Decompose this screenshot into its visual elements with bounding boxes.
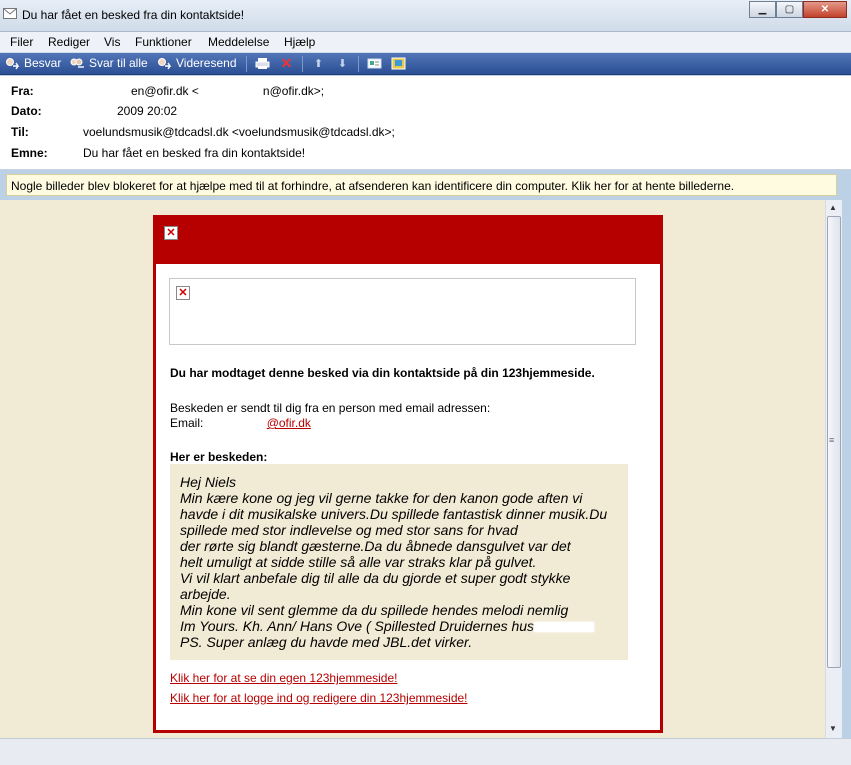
subject-label: Emne:: [11, 146, 48, 160]
toolbar: Besvar Svar til alle Videresend ✕ ⬆ ⬇: [0, 53, 851, 75]
menu-help[interactable]: Hjælp: [284, 35, 315, 49]
date-value: 2009 20:02: [83, 104, 177, 118]
menu-bar: Filer Rediger Vis Funktioner Meddelelse …: [0, 32, 851, 53]
title-bar: Du har fået en besked fra din kontaktsid…: [0, 0, 851, 32]
message-line: Vi vil klart anbefale dig til alle da du…: [180, 570, 571, 586]
menu-view[interactable]: Vis: [104, 35, 120, 49]
broken-image-icon: ✕: [164, 226, 178, 240]
from-address-end: n@ofir.dk>;: [262, 84, 325, 98]
contact-card-icon: [367, 56, 382, 70]
menu-tools[interactable]: Funktioner: [135, 35, 192, 49]
reply-button[interactable]: Besvar: [5, 56, 61, 70]
sender-email-text: @ofir.dk: [266, 416, 311, 430]
toolbar-divider: [358, 56, 359, 72]
message-line: Min kære kone og jeg vil gerne takke for…: [180, 490, 583, 506]
arrow-up-icon: ⬆: [313, 57, 324, 70]
message-heading: Her er beskeden:: [170, 450, 268, 464]
menu-file[interactable]: Filer: [10, 35, 33, 49]
menu-edit[interactable]: Rediger: [48, 35, 90, 49]
broken-image-icon: ✕: [176, 286, 190, 300]
minimize-button[interactable]: ▁: [749, 1, 776, 18]
scroll-down-arrow-icon[interactable]: ▼: [829, 724, 837, 733]
forward-icon: [157, 56, 172, 70]
message-line: der rørte sig blandt gæsterne.Da du åbne…: [180, 538, 571, 554]
message-line-text: Im Yours. Kh. Ann/ Hans Ove ( Spillested…: [180, 618, 535, 634]
window-title: Du har fået en besked fra din kontaktsid…: [22, 8, 245, 22]
login-edit-link[interactable]: Klik her for at logge ind og redigere di…: [170, 691, 468, 705]
printer-icon: [255, 56, 270, 70]
email-card: ✕ ✕ Du har modtaget denne besked via din…: [153, 215, 663, 733]
own-site-link[interactable]: Klik her for at se din egen 123hjemmesid…: [170, 671, 397, 685]
image-placeholder: ✕: [169, 278, 636, 345]
reply-all-label: Svar til alle: [89, 56, 148, 70]
address-book-icon: [391, 56, 406, 70]
reply-icon: [5, 56, 20, 70]
intro-text: Du har modtaget denne besked via din kon…: [170, 366, 595, 380]
sender-email-link[interactable]: @ofir.dk: [206, 416, 311, 430]
reply-label: Besvar: [24, 56, 62, 70]
date-label: Dato:: [11, 104, 42, 118]
maximize-button[interactable]: ▢: [776, 1, 803, 18]
blocked-images-infobar[interactable]: Nogle billeder blev blokeret for at hjæl…: [6, 174, 837, 196]
from-value[interactable]: en@ofir.dk < n@ofir.dk>;: [83, 84, 324, 98]
reply-all-button[interactable]: Svar til alle: [70, 56, 148, 70]
toolbar-divider: [302, 56, 303, 72]
next-button[interactable]: ⬇: [335, 56, 350, 70]
date-text: 2009 20:02: [117, 104, 178, 118]
message-line: spillede med stor indlevelse og med stor…: [180, 522, 518, 538]
to-value[interactable]: voelundsmusik@tdcadsl.dk <voelundsmusik@…: [83, 125, 395, 139]
scroll-grip-icon: ≡: [829, 435, 835, 445]
previous-button[interactable]: ⬆: [311, 56, 326, 70]
scroll-up-arrow-icon[interactable]: ▲: [829, 203, 837, 212]
delete-icon: ✕: [280, 54, 293, 71]
message-line: helt umuligt at sidde stille så alle var…: [180, 554, 537, 570]
window-controls: ▁ ▢ ✕: [749, 1, 847, 18]
vertical-scrollbar[interactable]: ▲ ≡ ▼: [825, 200, 842, 738]
reply-all-icon: [70, 56, 85, 70]
subject-value: Du har fået en besked fra din kontaktsid…: [83, 146, 306, 160]
close-button[interactable]: ✕: [803, 1, 847, 18]
message-line: arbejde.: [180, 586, 231, 602]
sender-email-line: Email: @ofir.dk: [170, 416, 311, 430]
message-line: havde i dit musikalske univers.Du spille…: [180, 506, 608, 522]
message-text-box: Hej Niels Min kære kone og jeg vil gerne…: [170, 464, 628, 660]
forward-button[interactable]: Videresend: [157, 56, 237, 70]
delete-button[interactable]: ✕: [279, 54, 294, 71]
print-button[interactable]: [255, 56, 270, 70]
status-bar: [0, 738, 851, 765]
from-label: Fra:: [11, 84, 34, 98]
menu-message[interactable]: Meddelelse: [208, 35, 269, 49]
contacts-button[interactable]: [367, 56, 382, 70]
message-line: Hej Niels: [180, 474, 237, 490]
email-label: Email:: [170, 416, 204, 430]
forward-label: Videresend: [176, 56, 237, 70]
card-header-banner: ✕: [156, 218, 660, 264]
toolbar-divider: [246, 56, 247, 72]
message-body: ✕ ✕ Du har modtaget denne besked via din…: [0, 200, 825, 738]
message-line: Min kone vil sent glemme da du spillede …: [180, 602, 569, 618]
address-book-button[interactable]: [391, 56, 406, 70]
message-line: Im Yours. Kh. Ann/ Hans Ove ( Spillested…: [180, 618, 618, 634]
message-header: Fra: en@ofir.dk < n@ofir.dk>; Dato: 2009 …: [0, 76, 851, 170]
message-line: PS. Super anlæg du havde med JBL.det vir…: [180, 634, 473, 650]
sender-info-text: Beskeden er sendt til dig fra en person …: [170, 401, 491, 415]
arrow-down-icon: ⬇: [337, 57, 348, 70]
envelope-icon: [3, 8, 17, 19]
from-address: en@ofir.dk <: [131, 84, 199, 98]
to-label: Til:: [11, 125, 29, 139]
